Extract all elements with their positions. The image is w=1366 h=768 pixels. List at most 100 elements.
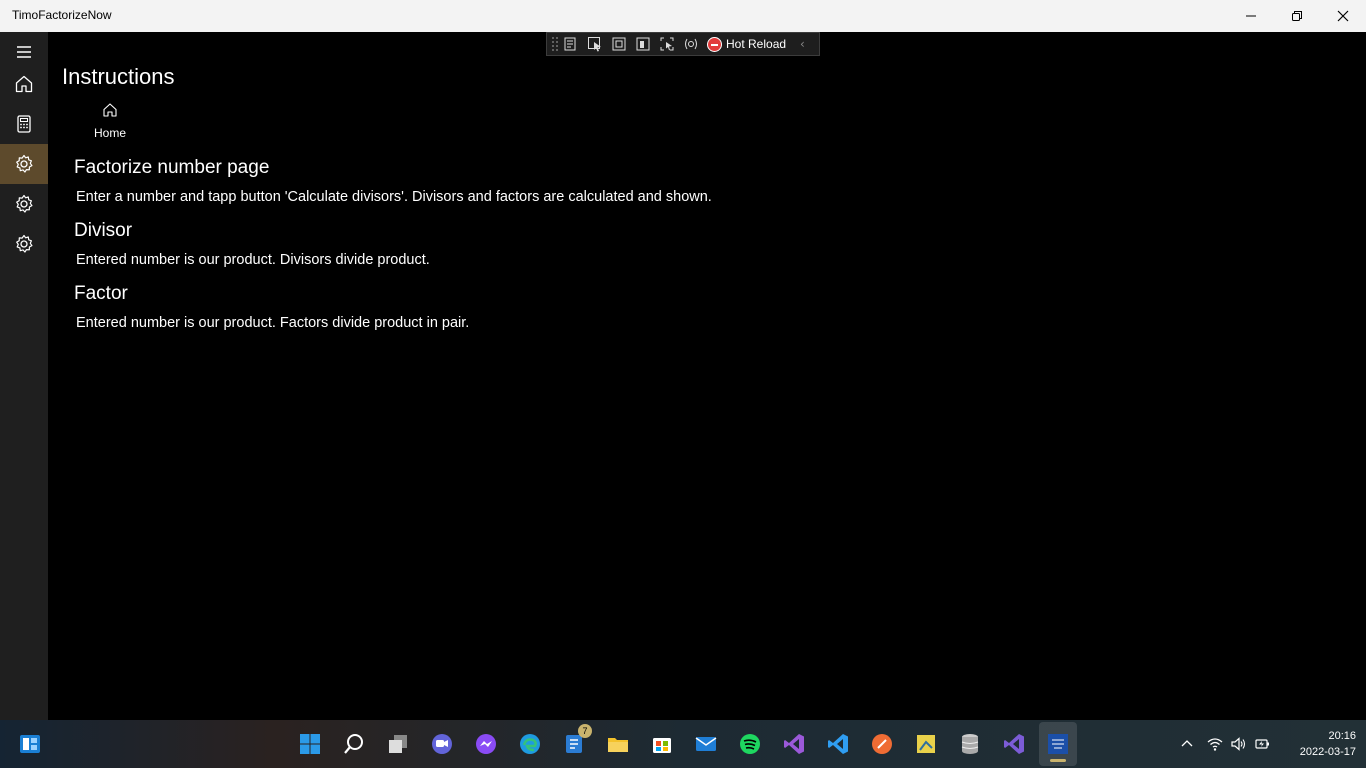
nav-item-settings-2[interactable] [0,184,48,224]
task-view-button[interactable] [382,728,414,760]
tasks-button[interactable]: 7 [558,724,592,760]
wifi-button[interactable] [1205,734,1225,754]
hot-reload-stop-icon [707,36,722,52]
notification-badge: 7 [578,724,592,738]
volume-button[interactable] [1228,734,1248,754]
postman-button[interactable] [866,728,898,760]
minimize-button[interactable] [1228,0,1274,32]
hamburger-menu-icon [17,46,31,58]
xaml-debug-toolbar: Hot Reload ‹ [546,32,820,56]
page-title: Instructions [62,64,175,89]
calculator-icon [17,115,31,133]
section-heading: Factorize number page [74,157,270,178]
app-button[interactable] [910,728,942,760]
collapse-toolbar-icon[interactable]: ‹ [800,37,805,51]
track-focus-button[interactable] [631,33,655,55]
nav-item-calculator[interactable] [0,104,48,144]
start-icon [300,734,320,754]
visual-studio-preview-icon [1004,734,1024,754]
vscode-icon [828,734,848,754]
file-explorer-button[interactable] [602,728,634,760]
section-heading: Factor [74,283,128,304]
display-layout-adorners-button[interactable] [607,33,631,55]
show-hidden-icons-button[interactable] [1177,734,1197,754]
widgets-icon [20,735,40,753]
timo-factorize-now-icon [1048,734,1068,754]
vscode-button[interactable] [822,728,854,760]
binding-failures-button[interactable] [679,33,703,55]
title-bar: TimoFactorizeNow [0,0,1366,32]
nav-item-instructions[interactable] [0,144,48,184]
database-icon [961,734,979,754]
restore-icon [1292,11,1302,21]
preview-selection-button[interactable] [655,33,679,55]
messenger-icon [476,734,496,754]
volume-icon [1231,737,1246,751]
home-icon [103,103,117,117]
file-explorer-icon [608,738,628,752]
window-title: TimoFactorizeNow [12,8,112,22]
spotify-icon [740,734,760,754]
home-link[interactable]: Home [88,102,132,141]
edge-icon [520,734,540,754]
home-link-label: Home [93,126,126,140]
messenger-button[interactable] [470,728,502,760]
nav-item-home[interactable] [0,64,48,104]
gear-icon [16,194,33,213]
preview-selection-icon [660,37,674,51]
store-icon [653,738,671,753]
task-view-icon [389,735,407,753]
mail-icon [695,737,717,751]
wifi-icon [1207,738,1223,751]
restore-button[interactable] [1274,0,1320,32]
chat-icon [432,734,452,754]
chevron-up-icon [1181,740,1193,747]
section-text: Entered number is our product. Divisors … [76,252,430,268]
select-element-button[interactable] [583,33,607,55]
gear-icon [16,154,33,173]
hot-reload-button[interactable]: Hot Reload [707,36,787,52]
database-button[interactable] [954,728,986,760]
layout-adorners-icon [612,37,626,51]
gear-icon [16,234,33,253]
clock-time: 20:16 [1328,730,1356,742]
nav-item-settings-3[interactable] [0,224,48,264]
section-text: Enter a number and tapp button 'Calculat… [76,189,712,205]
app-icon [917,735,935,753]
minimize-icon [1246,15,1256,17]
running-app-indicator [1050,759,1066,762]
search-button[interactable] [338,728,370,760]
hot-reload-label: Hot Reload [726,37,787,51]
section-text: Entered number is our product. Factors d… [76,315,470,331]
edge-button[interactable] [514,728,546,760]
close-icon [1337,10,1349,22]
taskbar: 7 20:16 2022-03-17 [0,720,1366,768]
live-visual-tree-icon [564,37,576,51]
battery-charging-icon [1255,739,1269,749]
nav-sidebar [0,32,48,720]
timo-factorize-now-button[interactable] [1042,728,1074,760]
home-icon [15,75,33,93]
store-button[interactable] [646,728,678,760]
binding-failures-icon [685,38,697,50]
close-button[interactable] [1320,0,1366,32]
search-icon [344,734,363,754]
visual-studio-button[interactable] [778,728,810,760]
section-heading: Divisor [74,220,133,241]
widgets-button[interactable] [14,728,46,760]
clock-date: 2022-03-17 [1299,746,1356,758]
spotify-button[interactable] [734,728,766,760]
main-content: Instructions Home Factorize number page … [48,32,1366,720]
mail-button[interactable] [690,728,722,760]
start-button[interactable] [294,728,326,760]
track-focus-icon [636,37,650,51]
battery-button[interactable] [1252,734,1272,754]
live-visual-tree-button[interactable] [559,33,583,55]
visual-studio-preview-button[interactable] [998,728,1030,760]
postman-icon [872,734,892,754]
select-element-icon [588,37,601,52]
clock[interactable]: 20:16 2022-03-17 [1280,728,1356,760]
toolbar-grip[interactable] [551,36,559,52]
chat-button[interactable] [426,728,458,760]
visual-studio-icon [784,734,804,754]
